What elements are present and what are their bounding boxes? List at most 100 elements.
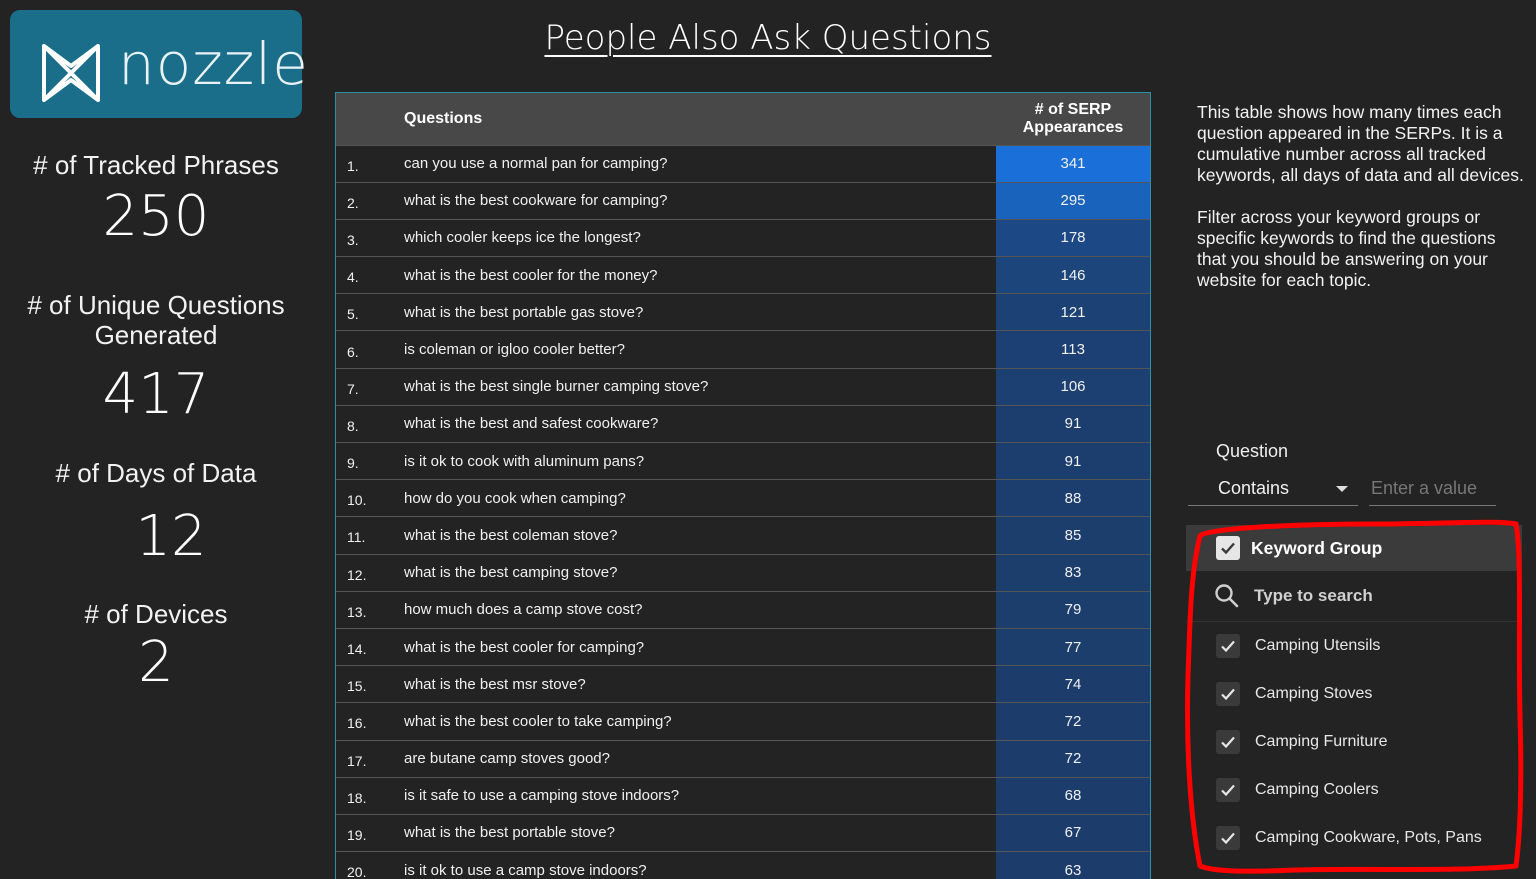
table-row[interactable]: 9. is it ok to cook with aluminum pans? 91 xyxy=(336,442,1150,480)
question-cell: what is the best coleman stove? xyxy=(404,526,618,544)
table-row[interactable]: 10. how do you cook when camping? 88 xyxy=(336,479,1150,517)
question-operator-select[interactable]: Contains xyxy=(1188,472,1358,506)
serp-count-cell: 146 xyxy=(996,256,1150,294)
serp-count-cell: 91 xyxy=(996,405,1150,443)
index-column-header xyxy=(336,93,400,145)
row-index: 8. xyxy=(347,417,359,434)
question-filter-label: Question xyxy=(1216,441,1289,461)
question-cell: what is the best cooler for the money? xyxy=(404,266,658,284)
question-cell: can you use a normal pan for camping? xyxy=(404,155,668,173)
row-index: 6. xyxy=(347,343,359,360)
questions-column-header[interactable]: Questions xyxy=(400,93,996,145)
nozzle-logo[interactable]: nozzle xyxy=(10,10,308,118)
serp-count-cell: 113 xyxy=(996,330,1150,369)
questions-table: Questions # of SERP Appearances 1. can yo… xyxy=(335,92,1151,879)
row-index: 20. xyxy=(347,864,367,879)
serp-count-cell: 63 xyxy=(996,851,1150,879)
serp-count-cell: 106 xyxy=(996,368,1150,406)
question-cell: what is the best cooler to take camping? xyxy=(404,712,672,730)
table-row[interactable]: 4. what is the best cooler for the money?… xyxy=(336,256,1150,294)
serp-header-line1: # of SERP xyxy=(1034,100,1112,118)
serp-count-cell: 121 xyxy=(996,293,1150,331)
table-row[interactable]: 16. what is the best cooler to take campi… xyxy=(336,702,1150,740)
table-row[interactable]: 5. what is the best portable gas stove? 12… xyxy=(336,293,1150,331)
row-index: 10. xyxy=(347,492,367,509)
table-row[interactable]: 17. are butane camp stoves good? 72 xyxy=(336,740,1150,778)
serp-count-cell: 85 xyxy=(996,516,1150,555)
days-of-data-label: # of Days of Data xyxy=(55,458,257,488)
tracked-phrases-label: # of Tracked Phrases xyxy=(33,150,279,180)
table-header-row: Questions # of SERP Appearances xyxy=(336,93,1150,145)
nozzle-logo-icon xyxy=(42,44,100,102)
question-cell: how do you cook when camping? xyxy=(404,489,626,507)
devices-label: # of Devices xyxy=(84,599,228,629)
question-cell: what is the best cookware for camping? xyxy=(404,192,668,210)
question-cell: what is the best single burner camping s… xyxy=(404,378,709,396)
question-cell: is coleman or igloo cooler better? xyxy=(404,341,625,359)
row-index: 13. xyxy=(347,603,367,620)
page-title: People Also Ask Questions xyxy=(544,18,992,58)
question-cell: what is the best portable gas stove? xyxy=(404,303,644,321)
table-row[interactable]: 6. is coleman or igloo cooler better? 113 xyxy=(336,330,1150,369)
table-row[interactable]: 12. what is the best camping stove? 83 xyxy=(336,554,1150,592)
row-index: 4. xyxy=(347,269,359,286)
row-index: 14. xyxy=(347,641,367,658)
question-operator-value: Contains xyxy=(1218,478,1290,498)
serp-appearances-column-header[interactable]: # of SERP Appearances xyxy=(996,93,1150,145)
serp-count-cell: 72 xyxy=(996,740,1150,778)
question-cell: how much does a camp stove cost? xyxy=(404,601,643,619)
unique-questions-label: # of Unique Questions Generated xyxy=(27,290,285,350)
row-index: 7. xyxy=(347,380,359,397)
serp-count-cell: 77 xyxy=(996,628,1150,666)
table-row[interactable]: 19. what is the best portable stove? 67 xyxy=(336,814,1150,852)
serp-count-cell: 79 xyxy=(996,591,1150,629)
days-of-data-value: 12 xyxy=(135,504,207,569)
table-row[interactable]: 1. can you use a normal pan for camping? 3… xyxy=(336,145,1150,183)
question-value-input[interactable] xyxy=(1369,472,1496,506)
question-cell: what is the best camping stove? xyxy=(404,564,618,582)
question-cell: what is the best msr stove? xyxy=(404,675,586,693)
caret-down-icon xyxy=(1336,486,1348,492)
row-index: 2. xyxy=(347,194,359,211)
question-cell: what is the best cooler for camping? xyxy=(404,638,645,656)
table-row[interactable]: 20. is it ok to use a camp stove indoors?… xyxy=(336,851,1150,879)
serp-count-cell: 83 xyxy=(996,554,1150,592)
serp-count-cell: 341 xyxy=(996,145,1150,183)
unique-questions-value: 417 xyxy=(102,362,210,427)
description-paragraph-1: This table shows how many times each que… xyxy=(1197,102,1524,185)
table-row[interactable]: 13. how much does a camp stove cost? 79 xyxy=(336,591,1150,629)
question-cell: is it ok to use a camp stove indoors? xyxy=(404,861,647,879)
table-row[interactable]: 8. what is the best and safest cookware? 9… xyxy=(336,405,1150,443)
serp-count-cell: 88 xyxy=(996,479,1150,517)
tracked-phrases-value: 250 xyxy=(102,184,210,249)
logo-text: nozzle xyxy=(118,30,309,98)
serp-count-cell: 67 xyxy=(996,814,1150,852)
description-paragraph-2: Filter across your keyword groups or spe… xyxy=(1197,207,1496,290)
row-index: 5. xyxy=(347,306,359,323)
table-row[interactable]: 3. which cooler keeps ice the longest? 178 xyxy=(336,219,1150,257)
row-index: 3. xyxy=(347,231,359,248)
row-index: 17. xyxy=(347,752,367,769)
table-row[interactable]: 15. what is the best msr stove? 74 xyxy=(336,665,1150,703)
row-index: 19. xyxy=(347,826,367,843)
table-row[interactable]: 7. what is the best single burner camping… xyxy=(336,368,1150,406)
question-cell: what is the best and safest cookware? xyxy=(404,415,659,433)
row-index: 12. xyxy=(347,566,367,583)
question-cell: what is the best portable stove? xyxy=(404,824,615,842)
table-row[interactable]: 14. what is the best cooler for camping? 7… xyxy=(336,628,1150,666)
question-cell: is it ok to cook with aluminum pans? xyxy=(404,452,645,470)
table-row[interactable]: 11. what is the best coleman stove? 85 xyxy=(336,516,1150,555)
serp-count-cell: 91 xyxy=(996,442,1150,480)
row-index: 11. xyxy=(347,529,366,546)
row-index: 1. xyxy=(347,157,359,174)
question-cell: is it safe to use a camping stove indoor… xyxy=(404,787,680,805)
row-index: 9. xyxy=(347,455,359,472)
serp-count-cell: 68 xyxy=(996,777,1150,815)
row-index: 18. xyxy=(347,789,367,806)
table-row[interactable]: 2. what is the best cookware for camping?… xyxy=(336,182,1150,220)
row-index: 16. xyxy=(347,715,367,732)
table-description: This table shows how many times each que… xyxy=(1197,102,1527,291)
table-row[interactable]: 18. is it safe to use a camping stove ind… xyxy=(336,777,1150,815)
serp-header-line2: Appearances xyxy=(1022,118,1124,136)
row-index: 15. xyxy=(347,678,367,695)
